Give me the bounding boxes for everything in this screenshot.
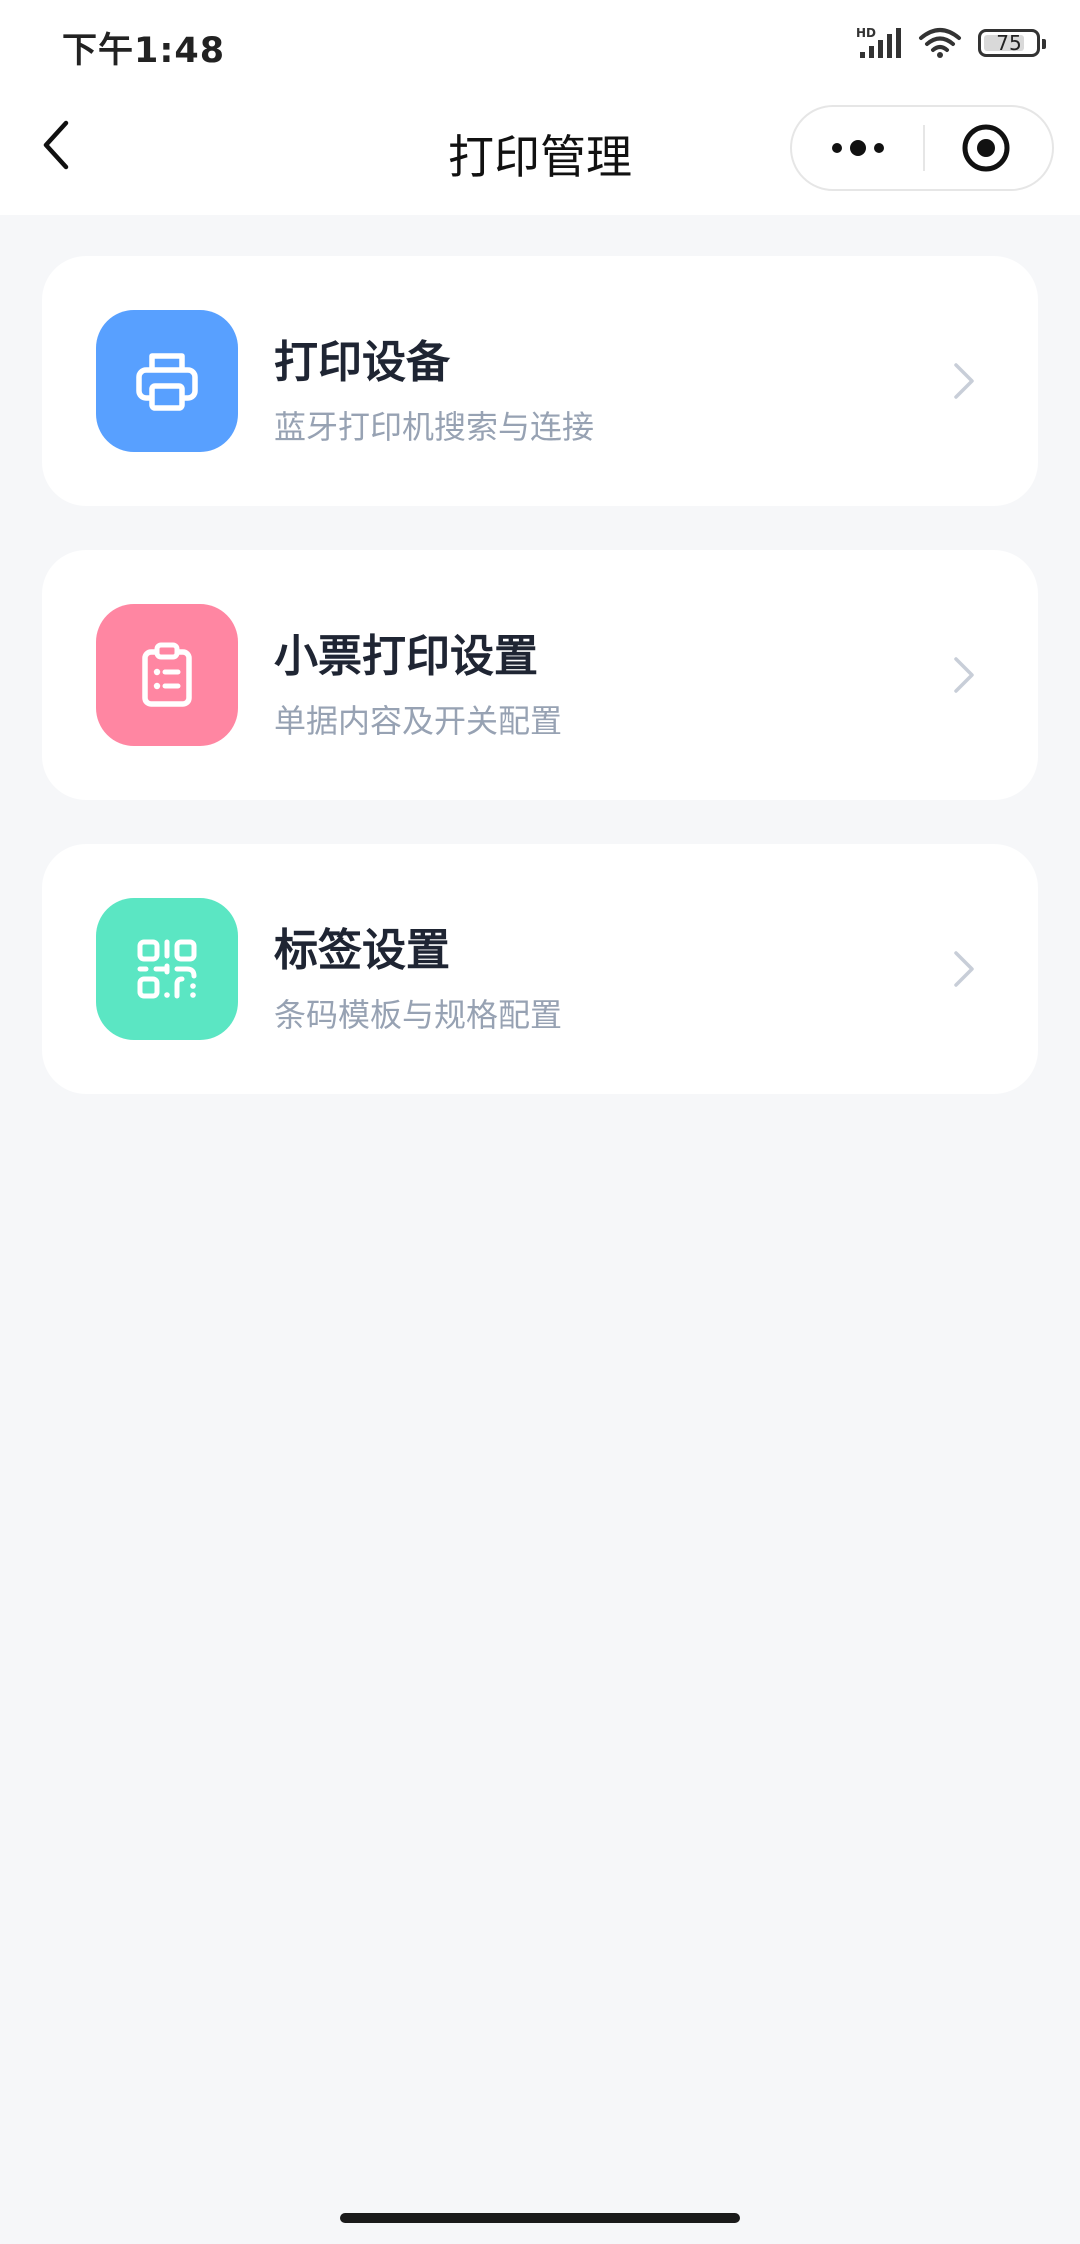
status-icons: HD 75: [856, 26, 1046, 60]
label-settings-icon-box: [96, 898, 238, 1040]
clipboard-icon: [142, 642, 192, 707]
network-label: HD: [856, 26, 876, 40]
more-dots-icon: [832, 140, 884, 156]
target-circle-icon: [962, 124, 1010, 172]
battery-level: 75: [996, 31, 1022, 55]
signal-icon: HD: [856, 26, 901, 58]
chevron-right-icon: [954, 951, 974, 987]
receipt-settings-icon-box: [96, 604, 238, 746]
chevron-right-icon: [954, 657, 974, 693]
card-subtitle: 蓝牙打印机搜索与连接: [274, 408, 595, 446]
card-title: 标签设置: [274, 925, 450, 976]
status-bar: 下午1:48 HD 75: [0, 0, 1080, 95]
card-title: 小票打印设置: [274, 631, 538, 682]
home-indicator[interactable]: [340, 2213, 740, 2223]
close-miniprogram-button[interactable]: [925, 107, 1052, 189]
nav-bar: 打印管理: [0, 95, 1080, 215]
card-label-settings[interactable]: 标签设置 条码模板与规格配置: [42, 844, 1038, 1094]
status-time: 下午1:48: [62, 31, 226, 71]
card-subtitle: 单据内容及开关配置: [274, 702, 563, 740]
more-button[interactable]: [792, 107, 923, 189]
print-device-icon-box: [96, 310, 238, 452]
card-receipt-settings[interactable]: 小票打印设置 单据内容及开关配置: [42, 550, 1038, 800]
chevron-right-icon: [954, 363, 974, 399]
mini-program-capsule: [790, 105, 1054, 191]
battery-icon: 75: [978, 29, 1046, 57]
card-title: 打印设备: [274, 337, 450, 388]
qr-code-icon: [137, 939, 197, 999]
printer-icon: [136, 353, 198, 411]
card-print-device[interactable]: 打印设备 蓝牙打印机搜索与连接: [42, 256, 1038, 506]
card-subtitle: 条码模板与规格配置: [274, 996, 563, 1034]
wifi-icon: [919, 28, 961, 58]
